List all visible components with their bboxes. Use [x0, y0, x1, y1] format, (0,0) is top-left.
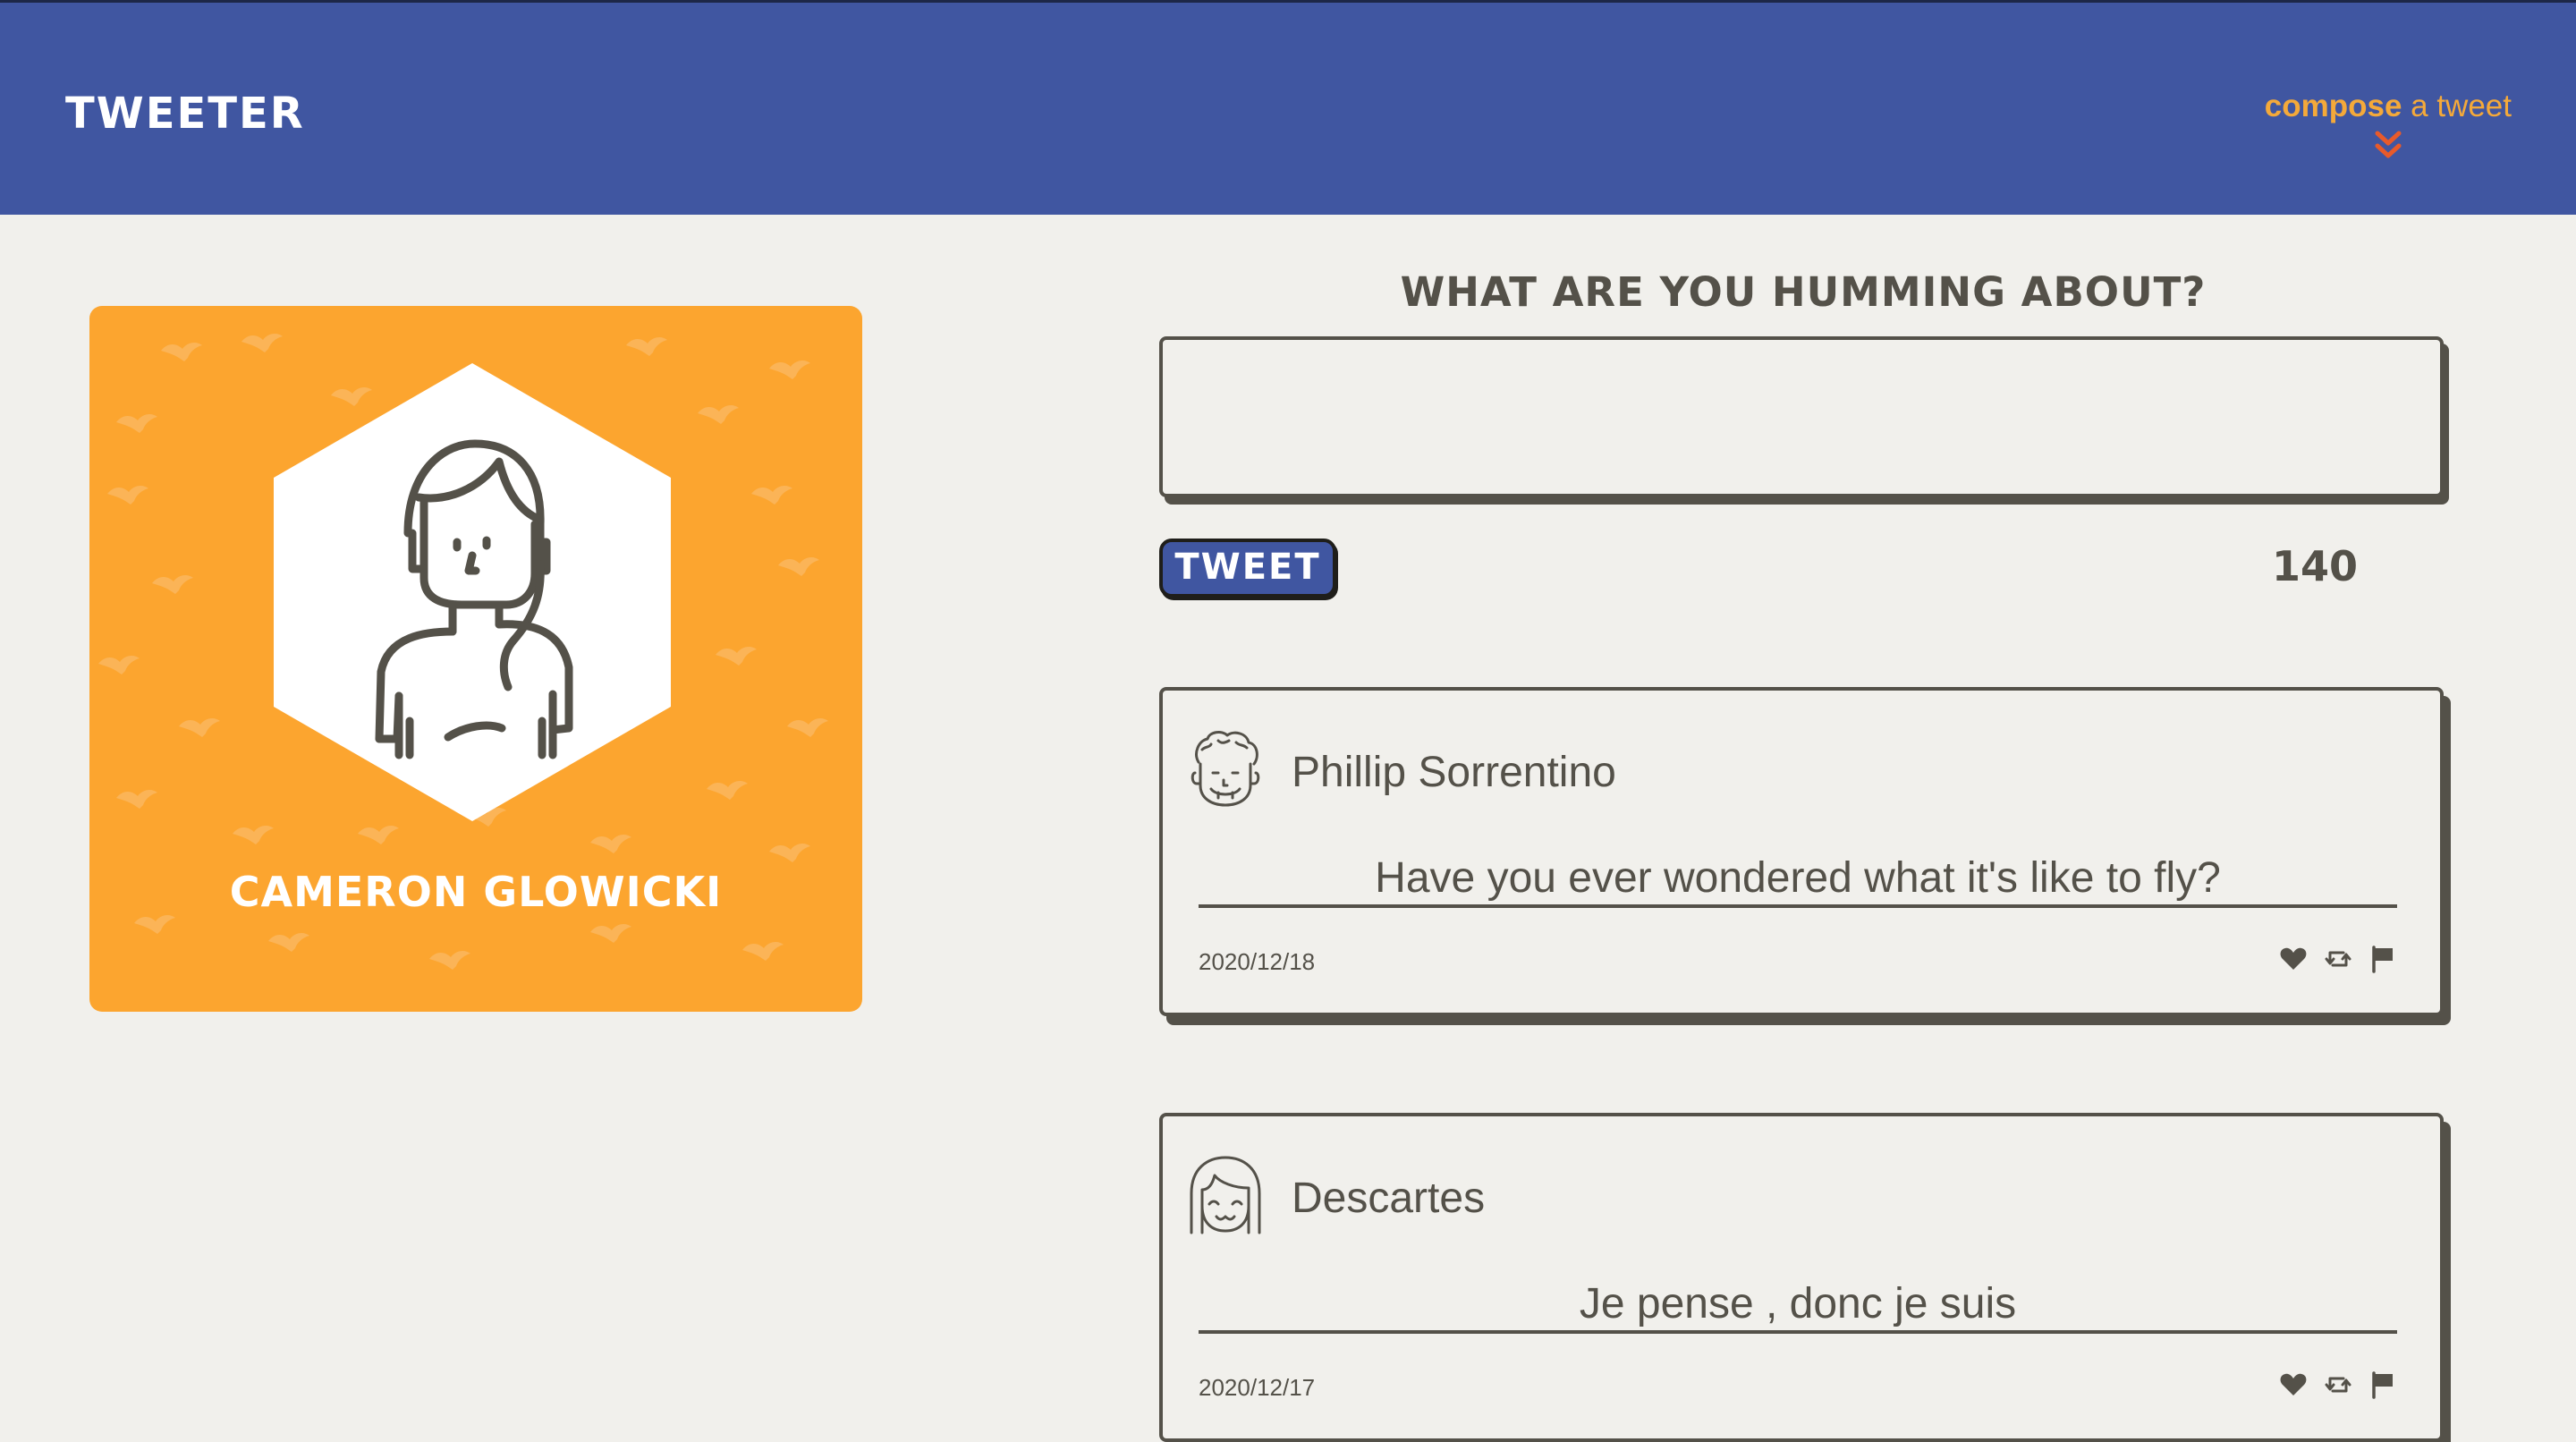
tweet-actions	[2279, 1370, 2397, 1399]
bob-hair-avatar-icon	[1190, 1156, 1261, 1234]
retweet-icon[interactable]	[2324, 1370, 2352, 1399]
profile-name: Cameron Glowicki	[229, 868, 723, 916]
heart-icon[interactable]	[2279, 1370, 2308, 1399]
brand-logo[interactable]: Tweeter	[65, 89, 305, 139]
tweet-submit-button[interactable]: Tweet	[1159, 539, 1336, 598]
tweet-textarea[interactable]	[1159, 336, 2444, 497]
tweet-date: 2020/12/18	[1199, 948, 1316, 975]
tweet-actions	[2279, 945, 2397, 973]
char-counter: 140	[2272, 542, 2359, 590]
woman-avatar-icon	[274, 363, 671, 821]
compose-prompt-heading: What are you humming about?	[1400, 268, 2207, 316]
tweet-content: Have you ever wondered what it's like to…	[1199, 853, 2397, 908]
flag-icon[interactable]	[2368, 945, 2397, 973]
tweet-author: Phillip Sorrentino	[1292, 749, 1616, 796]
tweet-card: Descartes Je pense , donc je suis 2020/1…	[1159, 1113, 2444, 1442]
tweet-date: 2020/12/17	[1199, 1374, 1316, 1401]
top-nav: Tweeter compose a tweet	[0, 0, 2576, 215]
tweet-content: Je pense , donc je suis	[1199, 1279, 2397, 1334]
flag-icon[interactable]	[2368, 1370, 2397, 1399]
tweet-author: Descartes	[1292, 1175, 1486, 1222]
retweet-icon[interactable]	[2324, 945, 2352, 973]
compose-tweet-toggle[interactable]: compose a tweet	[2265, 89, 2512, 164]
heart-icon[interactable]	[2279, 945, 2308, 973]
compose-label[interactable]: compose a tweet	[2265, 89, 2512, 124]
curly-man-avatar-icon	[1191, 731, 1260, 807]
compose-label-rest: a tweet	[2402, 89, 2512, 123]
compose-label-strong: compose	[2264, 89, 2402, 123]
double-chevron-down-icon[interactable]	[2370, 128, 2406, 164]
tweet-card: Phillip Sorrentino Have you ever wondere…	[1159, 687, 2444, 1016]
